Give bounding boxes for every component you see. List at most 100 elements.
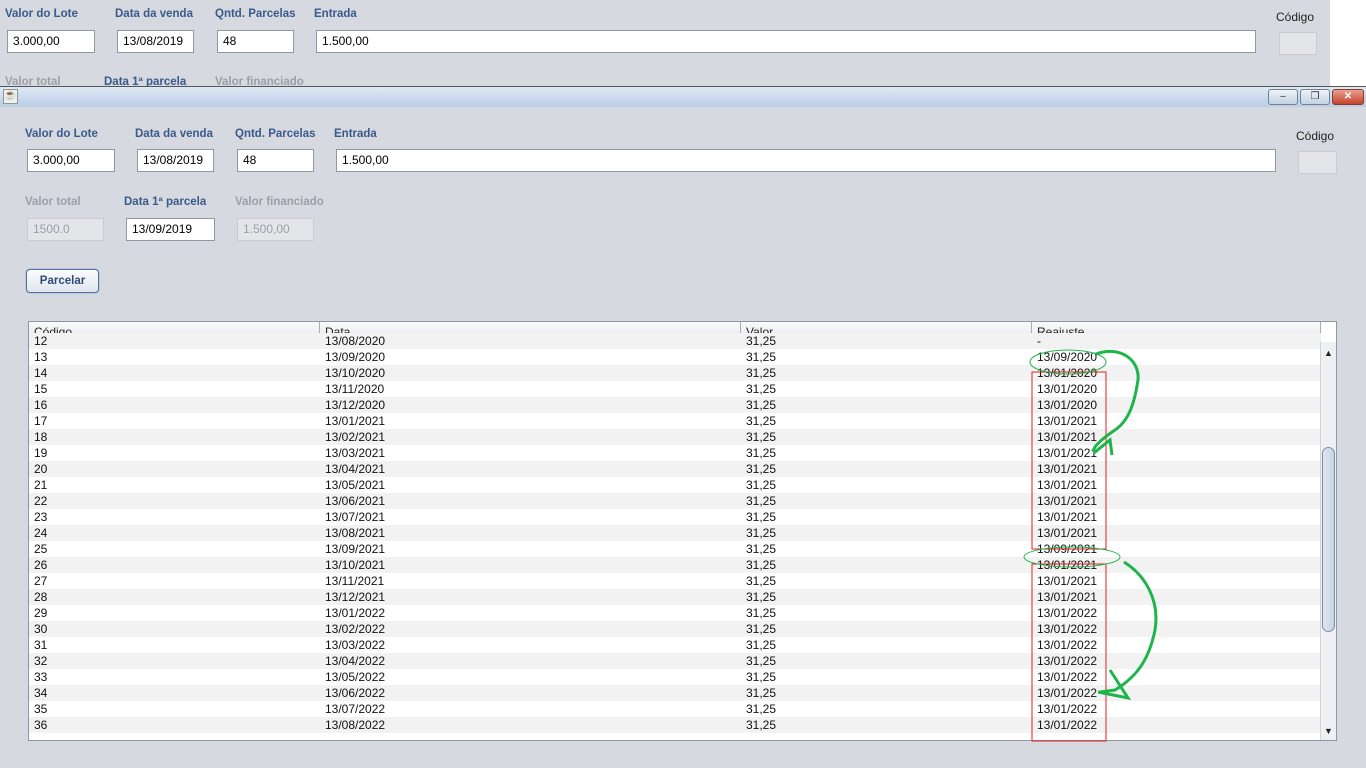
table-row[interactable]: 23 13/07/2021 31,25 13/01/2021	[29, 509, 1321, 525]
table-row[interactable]: 16 13/12/2020 31,25 13/01/2020	[29, 397, 1321, 413]
codigo-label: Código	[1296, 129, 1335, 143]
java-icon: ☕	[3, 89, 18, 104]
parcelas-table: Código Data Valor Reajuste 12 13/08/2020 3…	[28, 321, 1337, 741]
table-row[interactable]: 29 13/01/2022 31,25 13/01/2022	[29, 605, 1321, 621]
cell-reajuste: 13/01/2020	[1037, 398, 1098, 412]
table-row[interactable]: 36 13/08/2022 31,25 13/01/2022	[29, 717, 1321, 733]
bg-entrada-input[interactable]: 1.500,00	[316, 30, 1256, 53]
cell-valor: 31,25	[746, 430, 777, 444]
table-row[interactable]: 28 13/12/2021 31,25 13/01/2021	[29, 589, 1321, 605]
data-primeira-input[interactable]: 13/09/2019	[126, 218, 215, 241]
cell-reajuste: 13/09/2021	[1037, 542, 1098, 556]
table-row[interactable]: 31 13/03/2022 31,25 13/01/2022	[29, 637, 1321, 653]
cell-reajuste: 13/01/2021	[1037, 510, 1098, 524]
restore-button[interactable]: ❐	[1300, 89, 1330, 105]
cell-valor: 31,25	[746, 574, 777, 588]
cell-data: 13/08/2022	[325, 718, 386, 732]
data-venda-input[interactable]: 13/08/2019	[137, 149, 214, 172]
window-title-bar: ☕ – ❐ ✕	[0, 86, 1366, 107]
valor-lote-input[interactable]: 3.000,00	[27, 149, 115, 172]
parcelar-button[interactable]: Parcelar	[26, 269, 99, 293]
cell-valor: 31,25	[746, 622, 777, 636]
cell-codigo: 15	[34, 382, 48, 396]
table-row[interactable]: 32 13/04/2022 31,25 13/01/2022	[29, 653, 1321, 669]
cell-valor: 31,25	[746, 606, 777, 620]
entrada-label: Entrada	[334, 128, 377, 140]
vertical-scrollbar[interactable]: ▲ ▼	[1320, 342, 1336, 740]
cell-data: 13/10/2021	[325, 558, 386, 572]
close-button[interactable]: ✕	[1332, 89, 1364, 105]
scrollbar-thumb[interactable]	[1322, 447, 1335, 632]
cell-codigo: 30	[34, 622, 48, 636]
table-row[interactable]: 17 13/01/2021 31,25 13/01/2021	[29, 413, 1321, 429]
cell-reajuste: 13/01/2021	[1037, 446, 1098, 460]
cell-codigo: 29	[34, 606, 48, 620]
cell-codigo: 34	[34, 686, 48, 700]
table-row[interactable]: 33 13/05/2022 31,25 13/01/2022	[29, 669, 1321, 685]
cell-reajuste: 13/01/2020	[1037, 366, 1098, 380]
cell-valor: 31,25	[746, 398, 777, 412]
table-row[interactable]: 12 13/08/2020 31,25 -	[29, 333, 1321, 349]
cell-valor: 31,25	[746, 350, 777, 364]
cell-reajuste: 13/01/2022	[1037, 622, 1098, 636]
cell-valor: 31,25	[746, 462, 777, 476]
table-row[interactable]: 19 13/03/2021 31,25 13/01/2021	[29, 445, 1321, 461]
table-row[interactable]: 34 13/06/2022 31,25 13/01/2022	[29, 685, 1321, 701]
entrada-input[interactable]: 1.500,00	[336, 149, 1276, 172]
cell-valor: 31,25	[746, 478, 777, 492]
scroll-up-icon[interactable]: ▲	[1324, 348, 1333, 358]
codigo-input	[1298, 151, 1337, 174]
bg-valor-lote-input[interactable]: 3.000,00	[7, 30, 95, 53]
cell-data: 13/02/2022	[325, 622, 386, 636]
bg-qtd-parcelas-input[interactable]: 48	[217, 30, 294, 53]
table-row[interactable]: 13 13/09/2020 31,25 13/09/2020	[29, 349, 1321, 365]
table-row[interactable]: 18 13/02/2021 31,25 13/01/2021	[29, 429, 1321, 445]
cell-codigo: 26	[34, 558, 48, 572]
table-row[interactable]: 24 13/08/2021 31,25 13/01/2021	[29, 525, 1321, 541]
cell-data: 13/06/2022	[325, 686, 386, 700]
table-row[interactable]: 15 13/11/2020 31,25 13/01/2020	[29, 381, 1321, 397]
table-row[interactable]: 20 13/04/2021 31,25 13/01/2021	[29, 461, 1321, 477]
qtd-parcelas-input[interactable]: 48	[237, 149, 314, 172]
valor-financiado-label: Valor financiado	[235, 196, 324, 208]
cell-valor: 31,25	[746, 702, 777, 716]
table-row[interactable]: 22 13/06/2021 31,25 13/01/2021	[29, 493, 1321, 509]
cell-valor: 31,25	[746, 654, 777, 668]
bg-data-venda-input[interactable]: 13/08/2019	[117, 30, 194, 53]
table-row[interactable]: 35 13/07/2022 31,25 13/01/2022	[29, 701, 1321, 717]
cell-codigo: 35	[34, 702, 48, 716]
cell-data: 13/05/2021	[325, 478, 386, 492]
cell-reajuste: 13/01/2021	[1037, 494, 1098, 508]
cell-valor: 31,25	[746, 542, 777, 556]
cell-valor: 31,25	[746, 718, 777, 732]
minimize-button[interactable]: –	[1268, 89, 1298, 105]
cell-reajuste: -	[1037, 334, 1041, 348]
cell-reajuste: 13/01/2021	[1037, 526, 1098, 540]
cell-reajuste: 13/01/2021	[1037, 430, 1098, 444]
cell-reajuste: 13/01/2022	[1037, 638, 1098, 652]
bg-qtd-parcelas-label: Qntd. Parcelas	[215, 8, 296, 20]
table-body: 12 13/08/2020 31,25 - 13 13/09/2020 31,25 13/09…	[29, 333, 1321, 733]
cell-reajuste: 13/01/2022	[1037, 718, 1098, 732]
cell-data: 13/04/2022	[325, 654, 386, 668]
cell-codigo: 25	[34, 542, 48, 556]
cell-reajuste: 13/01/2022	[1037, 606, 1098, 620]
scroll-down-icon[interactable]: ▼	[1324, 726, 1333, 736]
table-row[interactable]: 25 13/09/2021 31,25 13/09/2021	[29, 541, 1321, 557]
table-row[interactable]: 26 13/10/2021 31,25 13/01/2021	[29, 557, 1321, 573]
table-row[interactable]: 21 13/05/2021 31,25 13/01/2021	[29, 477, 1321, 493]
valor-total-input: 1500.0	[27, 218, 104, 241]
table-row[interactable]: 14 13/10/2020 31,25 13/01/2020	[29, 365, 1321, 381]
cell-valor: 31,25	[746, 638, 777, 652]
cell-data: 13/08/2021	[325, 526, 386, 540]
valor-lote-label: Valor do Lote	[25, 128, 98, 140]
cell-valor: 31,25	[746, 366, 777, 380]
cell-valor: 31,25	[746, 510, 777, 524]
cell-reajuste: 13/01/2021	[1037, 462, 1098, 476]
table-row[interactable]: 27 13/11/2021 31,25 13/01/2021	[29, 573, 1321, 589]
cell-codigo: 14	[34, 366, 48, 380]
cell-data: 13/10/2020	[325, 366, 386, 380]
table-row[interactable]: 30 13/02/2022 31,25 13/01/2022	[29, 621, 1321, 637]
cell-codigo: 22	[34, 494, 48, 508]
cell-data: 13/09/2021	[325, 542, 386, 556]
